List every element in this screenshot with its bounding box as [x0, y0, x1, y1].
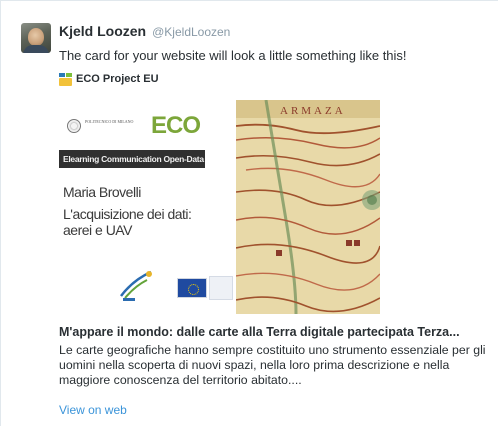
card-description-line: uomini nella scoperta di nuovi spazi, ne… — [59, 358, 450, 372]
slide-topic-line-1: L'acquisizione dei dati: — [63, 206, 192, 222]
eu-programme-logo — [209, 276, 233, 300]
card-description: Le carte geografiche hanno sempre costit… — [59, 343, 495, 388]
avatar-shirt — [23, 45, 49, 53]
historic-map-image: ARMAZA — [236, 100, 380, 314]
view-on-web-link[interactable]: View on web — [59, 403, 127, 417]
slide-topic-line-2: aerei e UAV — [63, 222, 132, 238]
slide-panel: POLITECNICO DI MILANO ECO Elearning Comm… — [59, 100, 236, 314]
avatar-face — [28, 28, 44, 46]
eco-brand-logo: ECO — [151, 112, 201, 140]
slide-band: Elearning Communication Open-Data — [59, 150, 205, 168]
eu-flag-icon — [177, 278, 207, 298]
slide-author: Maria Brovelli — [63, 184, 141, 200]
tweet-header: Kjeld Loozen @KjeldLoozen — [59, 23, 230, 39]
embedded-tweet: Kjeld Loozen @KjeldLoozen The card for y… — [0, 0, 498, 426]
slide-topic: L'acquisizione dei dati: aerei e UAV — [63, 206, 192, 238]
university-seal-icon — [67, 119, 81, 133]
card-image[interactable]: POLITECNICO DI MILANO ECO Elearning Comm… — [59, 100, 380, 314]
eco-logo-icon — [59, 72, 72, 86]
user-handle[interactable]: @KjeldLoozen — [152, 25, 230, 39]
map-label: ARMAZA — [280, 105, 346, 117]
page-name: ECO Project EU — [76, 73, 159, 85]
partner-logo-icon — [120, 270, 152, 301]
card-description-line: Le carte geografiche hanno sempre costit… — [59, 343, 486, 357]
institution-name: POLITECNICO DI MILANO — [85, 119, 134, 124]
page-attribution[interactable]: ECO Project EU — [59, 72, 159, 86]
card-title[interactable]: M'appare il mondo: dalle carte alla Terr… — [59, 325, 460, 339]
avatar[interactable] — [21, 23, 51, 53]
display-name[interactable]: Kjeld Loozen — [59, 23, 146, 39]
card-description-line: maggiore conoscenza del territorio abita… — [59, 373, 302, 387]
eco-brand-text: ECO — [151, 112, 201, 139]
tweet-text: The card for your website will look a li… — [59, 48, 407, 63]
